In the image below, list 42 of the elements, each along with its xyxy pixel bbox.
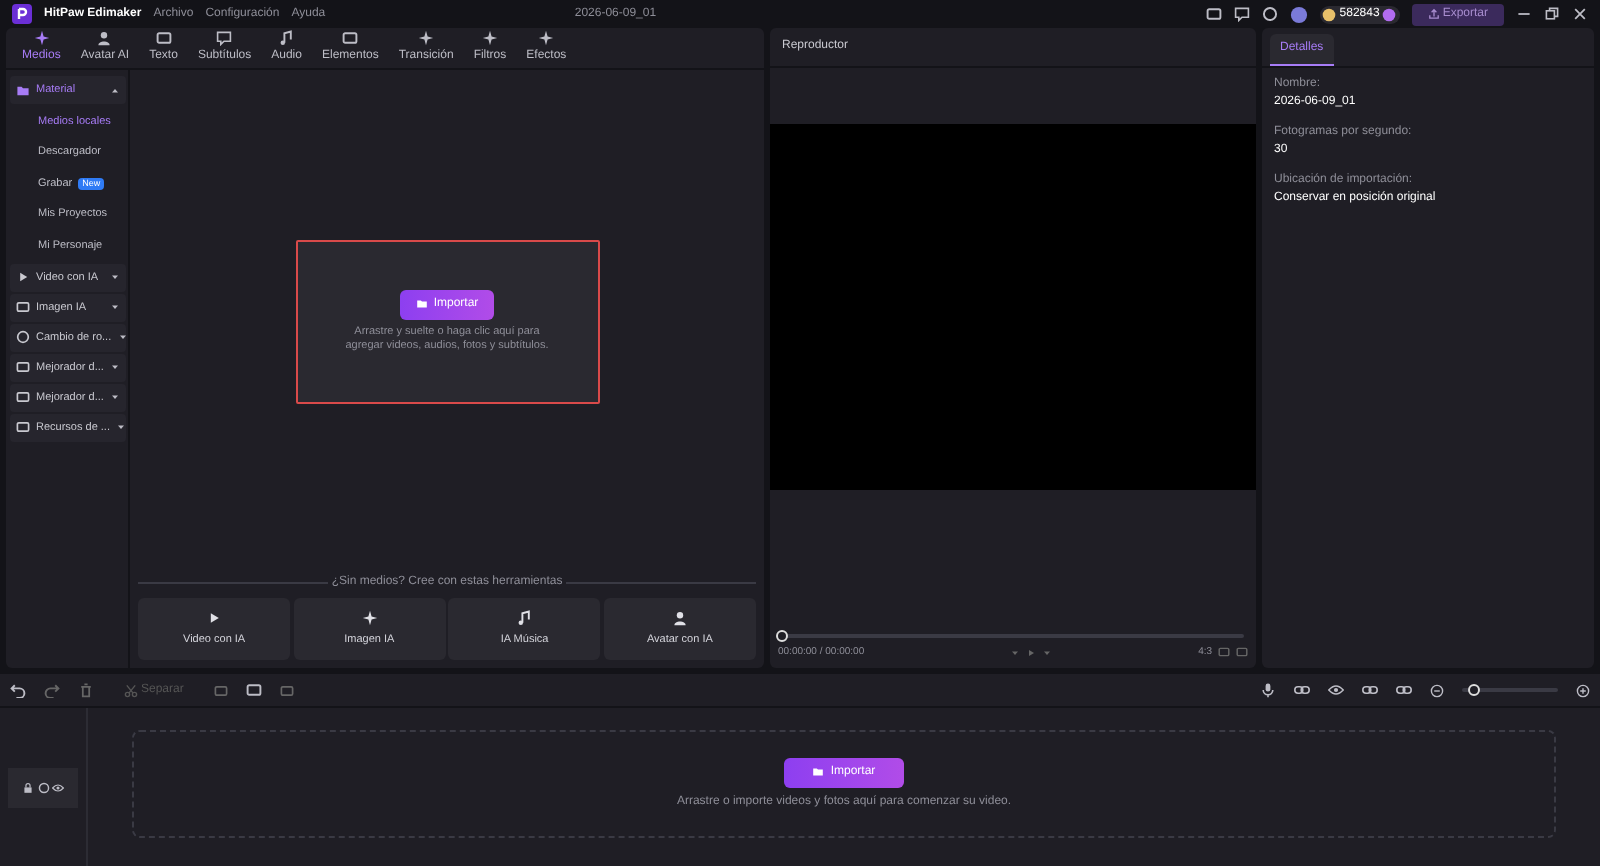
folder-icon	[415, 298, 428, 311]
folder-icon	[812, 766, 825, 778]
scissors-icon	[124, 683, 138, 697]
redo-icon[interactable]	[44, 682, 60, 698]
avatar-icon	[96, 30, 113, 46]
image-icon	[361, 609, 378, 626]
lock-icon[interactable]	[22, 782, 34, 794]
progress-handle[interactable]	[776, 629, 788, 641]
zoom-in-icon[interactable]	[1576, 683, 1590, 697]
close-icon[interactable]	[1572, 6, 1588, 22]
caret-icon	[110, 392, 120, 403]
music-icon	[516, 609, 533, 626]
avatar-icon	[671, 609, 688, 626]
app-logo-icon	[12, 4, 32, 24]
gem-icon[interactable]	[1382, 7, 1397, 21]
caret-icon	[116, 422, 126, 433]
undo-icon[interactable]	[10, 682, 26, 698]
caret-icon	[110, 302, 120, 313]
music-icon	[278, 30, 295, 46]
link-icon[interactable]	[1362, 682, 1378, 698]
play-icon[interactable]	[1026, 647, 1037, 658]
mic-icon[interactable]	[1260, 682, 1276, 698]
caret-icon	[110, 362, 120, 373]
caret-icon	[110, 85, 120, 95]
delete-icon[interactable]	[78, 682, 94, 698]
zoom-handle[interactable]	[1467, 684, 1480, 696]
upload-icon	[1427, 8, 1440, 20]
subtitle-icon	[216, 30, 233, 46]
folder-icon	[16, 83, 30, 97]
eye-icon[interactable]	[1328, 682, 1344, 698]
layout-icon[interactable]	[1205, 6, 1222, 22]
eye-icon[interactable]	[52, 782, 64, 794]
chat-icon[interactable]	[1233, 6, 1250, 22]
zoom-out-icon[interactable]	[1430, 683, 1444, 697]
coin-icon	[1322, 7, 1337, 21]
avatar-icon[interactable]	[1289, 5, 1308, 23]
restore-icon[interactable]	[1544, 6, 1560, 22]
link-icon[interactable]	[1396, 682, 1412, 698]
caret-icon	[117, 332, 128, 343]
video-icon	[206, 609, 223, 626]
link-icon[interactable]	[1294, 682, 1310, 698]
caret-icon	[110, 272, 120, 283]
